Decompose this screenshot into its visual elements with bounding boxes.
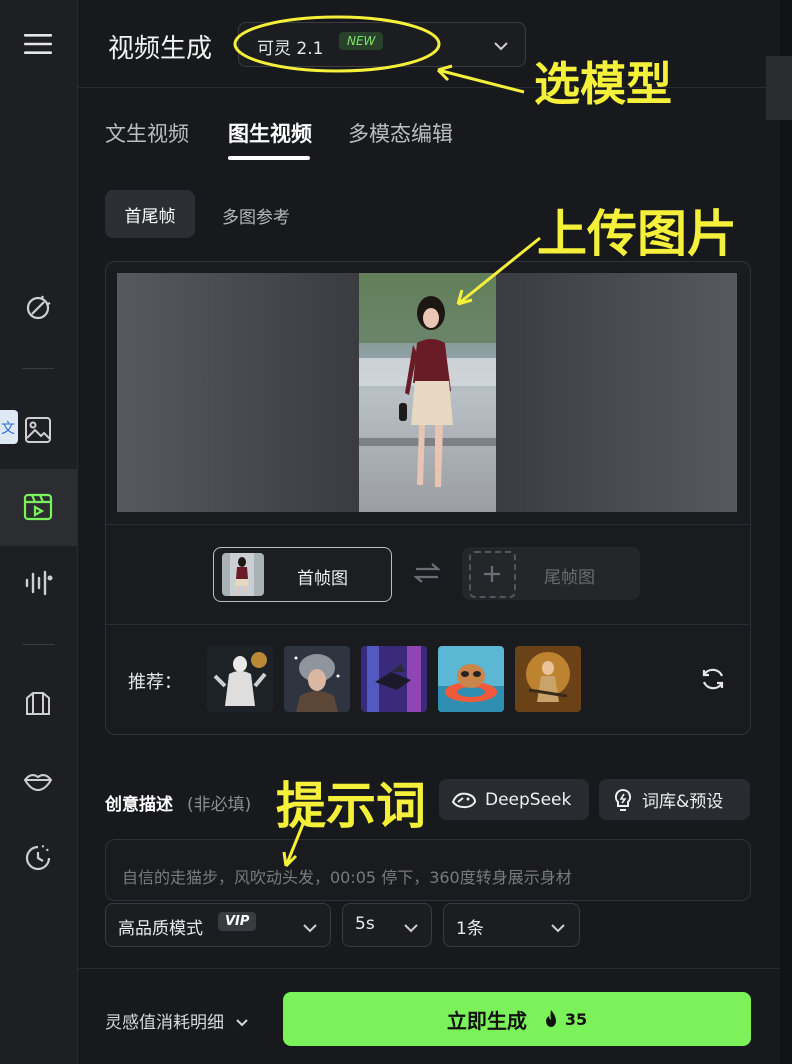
refresh-icon[interactable] (700, 666, 726, 696)
history-icon[interactable] (18, 838, 58, 878)
prompt-textarea[interactable]: 自信的走猫步，风吹动头发，00:05 停下，360度转身展示身材 (105, 839, 751, 901)
first-frame-label: 首帧图 (297, 569, 348, 589)
deepseek-button[interactable]: DeepSeek (439, 779, 589, 820)
recommend-thumb-1[interactable] (207, 646, 273, 712)
quality-mode-value: 高品质模式 (118, 919, 203, 939)
cost-detail-link[interactable]: 灵感值消耗明细 (105, 1008, 249, 1033)
header-divider (77, 87, 780, 88)
recommend-label: 推荐： (128, 672, 182, 693)
first-frame-photo (359, 273, 496, 512)
add-last-frame (469, 551, 516, 598)
menu-icon[interactable] (18, 24, 58, 64)
model-arrow (437, 68, 525, 94)
first-frame-thumb (222, 553, 264, 596)
active-tab-indicator (228, 156, 310, 160)
generate-cost: 35 (564, 1009, 588, 1029)
plus-icon (484, 566, 500, 582)
annotation-model: 选模型 (534, 57, 672, 111)
last-frame-button[interactable]: 尾帧图 (462, 547, 640, 600)
chevron-down-icon (403, 919, 419, 938)
deepseek-label: DeepSeek (485, 789, 572, 810)
tab-text-to-video[interactable]: 文生视频 (105, 118, 189, 148)
chevron-down-icon (493, 37, 509, 56)
prompt-label: 创意描述 (105, 795, 173, 815)
tab-multimodal-edit[interactable]: 多模态编辑 (348, 118, 453, 148)
prompt-library-button[interactable]: 词库&预设 (599, 779, 750, 820)
card-divider (106, 524, 749, 525)
model-select-value: 可灵 2.1 (257, 39, 324, 59)
footer-divider (77, 968, 780, 969)
tab-image-to-video[interactable]: 图生视频 (228, 118, 312, 148)
audio-wave-icon[interactable] (18, 563, 58, 603)
generate-label: 立即生成 (446, 1008, 527, 1033)
annotation-upload: 上传图片 (537, 204, 737, 263)
annotation-prompt: 提示词 (276, 776, 426, 835)
recommend-thumb-2[interactable] (284, 646, 350, 712)
recommend-thumb-5[interactable] (515, 646, 581, 712)
recommend-thumb-4[interactable] (438, 646, 504, 712)
count-select[interactable]: 1条 (443, 903, 580, 947)
prompt-text: 自信的走猫步，风吹动头发，00:05 停下，360度转身展示身材 (122, 868, 572, 887)
flame-icon (545, 1010, 556, 1027)
shirt-icon[interactable] (18, 684, 58, 724)
scrollbar-thumb[interactable] (766, 56, 792, 120)
model-select[interactable]: 可灵 2.1 NEW (238, 22, 526, 67)
cost-detail-label: 灵感值消耗明细 (105, 1013, 224, 1033)
count-value: 1条 (456, 919, 484, 939)
lightbulb-icon (614, 788, 632, 811)
video-icon[interactable] (18, 487, 58, 527)
vip-badge: VIP (218, 912, 257, 931)
prompt-library-label: 词库&预设 (642, 792, 724, 812)
scrollbar-track (780, 0, 792, 1064)
chevron-down-icon (550, 919, 566, 938)
swap-icon[interactable] (412, 562, 442, 588)
chevron-down-icon (302, 919, 318, 938)
new-badge: NEW (339, 32, 384, 50)
first-frame-button[interactable]: 首帧图 (213, 547, 392, 602)
left-rail: 文 (0, 0, 78, 1064)
subtab-first-last-frame[interactable]: 首尾帧 (105, 190, 195, 238)
lips-icon[interactable] (18, 761, 58, 801)
generate-button[interactable]: 立即生成 35 (283, 992, 751, 1046)
subtab-multi-image-ref[interactable]: 多图参考 (222, 203, 290, 228)
prompt-optional-hint: (非必填) (187, 795, 252, 815)
magic-wand-icon[interactable] (18, 288, 58, 328)
recommend-thumb-3[interactable] (361, 646, 427, 712)
quality-mode-select[interactable]: 高品质模式 VIP (105, 903, 331, 947)
duration-value: 5s (355, 914, 375, 934)
svg-text:文: 文 (1, 421, 15, 437)
chevron-down-icon (236, 1019, 249, 1027)
last-frame-label: 尾帧图 (544, 568, 595, 588)
translate-badge-icon[interactable]: 文 (0, 410, 18, 444)
deepseek-whale-icon (451, 792, 477, 808)
duration-select[interactable]: 5s (342, 903, 432, 947)
card-divider-2 (106, 624, 749, 625)
page-title: 视频生成 (108, 34, 213, 64)
image-icon[interactable] (18, 410, 58, 450)
